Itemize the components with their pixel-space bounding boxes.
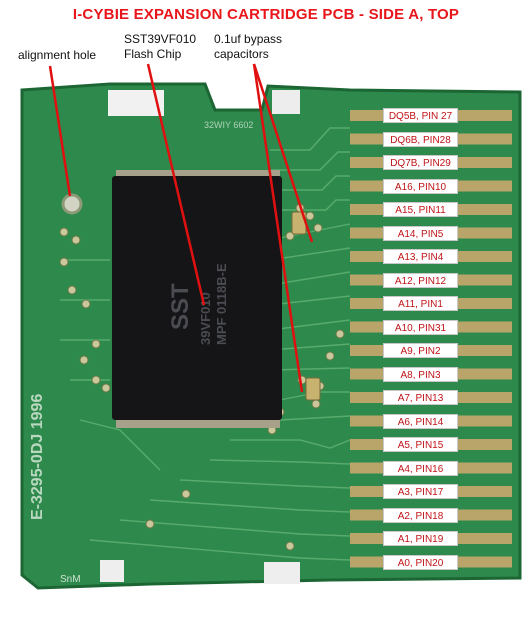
pin-label: A7, PIN13 [383, 390, 458, 405]
pin-label: A12, PIN12 [383, 272, 458, 288]
silkscreen-left: E-3295-0DJ 1996 [29, 394, 46, 520]
pin-label: A13, PIN4 [383, 249, 458, 264]
mount-tab-bottom-right [264, 562, 300, 584]
pin-label: A0, PIN20 [383, 554, 458, 570]
pin-label: A8, PIN3 [383, 366, 458, 382]
pin-label: A5, PIN15 [383, 437, 458, 452]
pin-label: A11, PIN1 [383, 296, 458, 311]
silkscreen-bottom: SnM [60, 574, 81, 585]
pin-label: A3, PIN17 [383, 484, 458, 499]
pin-label: A1, PIN19 [383, 531, 458, 546]
pin-label: A14, PIN5 [383, 225, 458, 241]
pin-label: A15, PIN11 [383, 202, 458, 217]
mount-tab-right [272, 90, 300, 114]
pin-label: A10, PIN31 [383, 319, 458, 335]
chip-part: 39VF010 [198, 292, 213, 345]
pin-label: DQ5B, PIN 27 [383, 108, 458, 123]
flash-chip [112, 176, 282, 420]
chip-code: MPF 0118B-E [214, 263, 229, 345]
pin-label: A6, PIN14 [383, 413, 458, 429]
pin-label: A16, PIN10 [383, 178, 458, 194]
mount-tab-bottom [100, 560, 124, 582]
silkscreen-top: 32WIY 6602 [204, 120, 253, 130]
pin-label: A2, PIN18 [383, 507, 458, 523]
alignment-hole [61, 193, 83, 215]
pin-label: DQ6B, PIN28 [383, 131, 458, 147]
pin-label: A4, PIN16 [383, 460, 458, 476]
pin-label: A9, PIN2 [383, 343, 458, 358]
pin-label: DQ7B, PIN29 [383, 155, 458, 170]
chip-brand: SST [167, 283, 194, 330]
